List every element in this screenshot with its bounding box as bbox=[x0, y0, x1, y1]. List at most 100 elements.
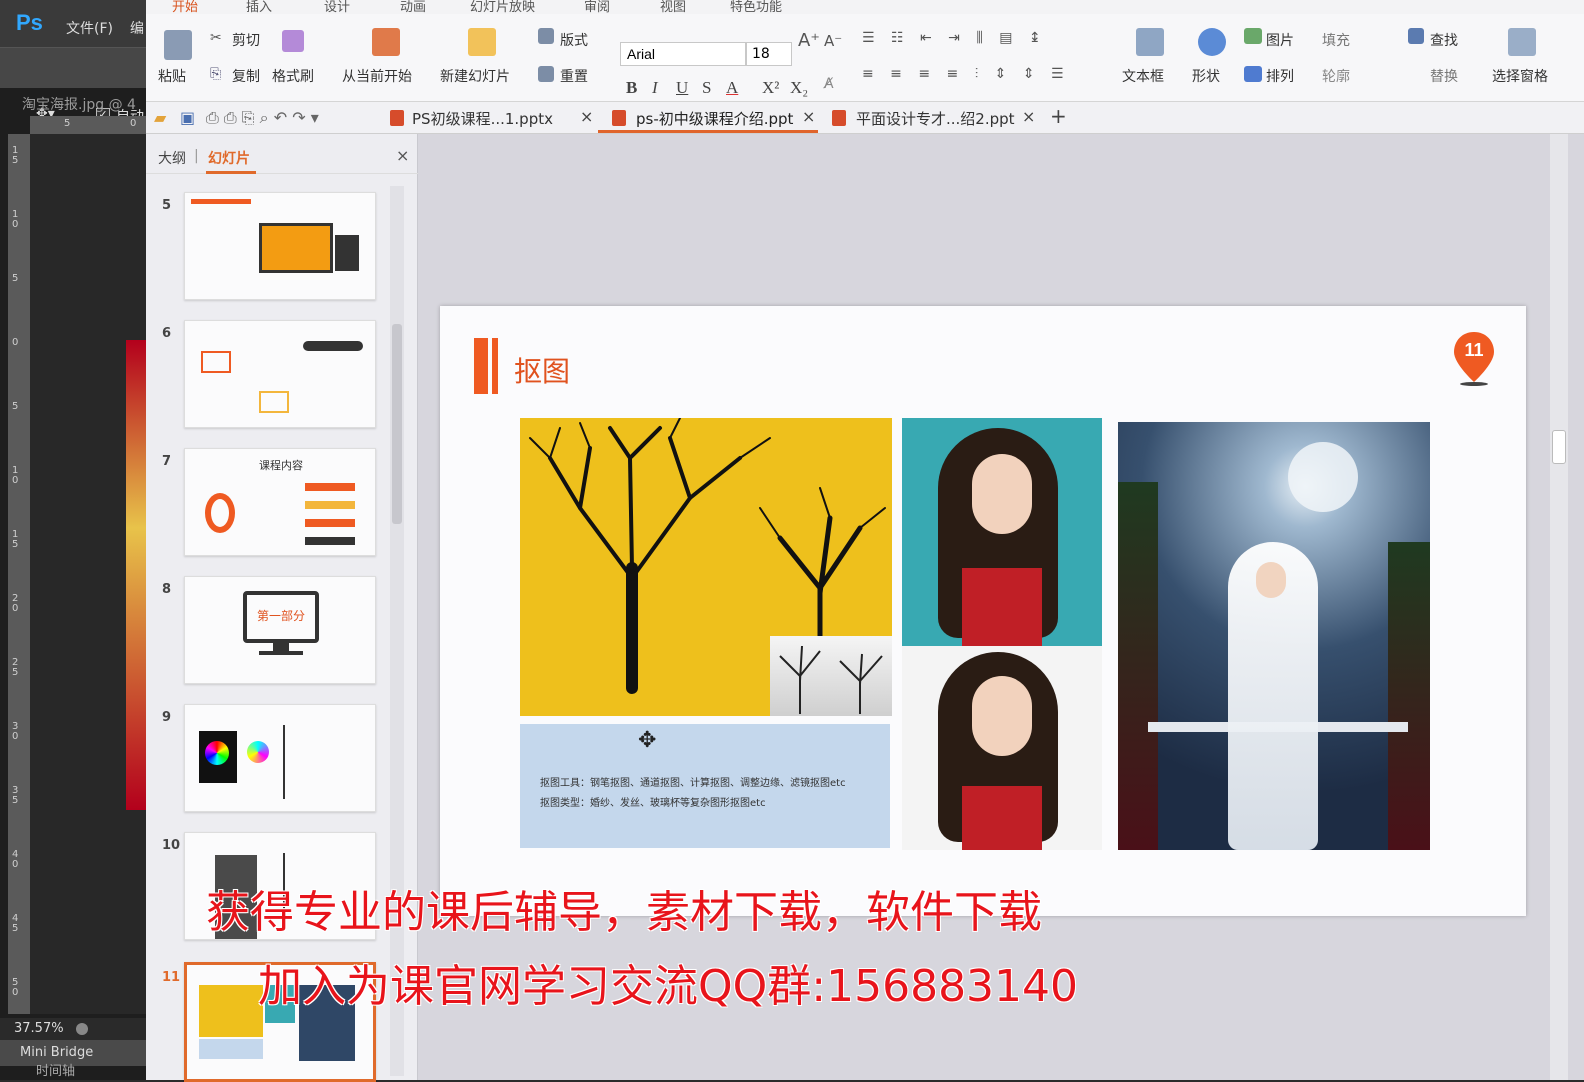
ps-document-tab[interactable]: 淘宝海报.jpg @ 4 bbox=[22, 94, 136, 114]
font-color-button[interactable]: A bbox=[726, 78, 738, 98]
subscript-button[interactable]: X₂ bbox=[790, 78, 808, 98]
tab-review[interactable]: 审阅 bbox=[584, 0, 610, 14]
fill-button[interactable]: 填充 bbox=[1322, 30, 1350, 50]
photoshop-window: Ps 文件(F) 编 ✥▾ ✓ 自动 淘宝海报.jpg @ 4 5 0 1 51… bbox=[0, 0, 146, 1080]
tab-insert[interactable]: 插入 bbox=[246, 0, 272, 14]
close-icon[interactable]: × bbox=[1022, 107, 1035, 126]
outline-button[interactable]: 轮廓 bbox=[1322, 66, 1350, 86]
replace-button[interactable]: 替换 bbox=[1430, 66, 1458, 86]
tab-home[interactable]: 开始 bbox=[172, 0, 198, 14]
doc-tab-1[interactable]: PS初级课程...1.pptx bbox=[412, 108, 553, 129]
slide-thumbnail-7[interactable]: 课程内容 bbox=[184, 448, 376, 556]
info-textbox[interactable]: ✥ 抠图工具：钢笔抠图、通道抠图、计算抠图、调整边缘、滤镜抠图etc 抠图类型：… bbox=[520, 724, 890, 848]
move-cursor-icon: ✥ bbox=[638, 728, 657, 753]
shape-icon[interactable] bbox=[1198, 28, 1226, 56]
slide-canvas[interactable]: 抠图 11 ✥ 抠图工具：钢笔抠图、通道抠图、计算抠图、调整边缘、滤镜抠图etc… bbox=[440, 306, 1526, 916]
main-scrollbar-thumb[interactable] bbox=[1552, 430, 1566, 464]
ruler-label: 3 0 bbox=[12, 721, 19, 742]
panel-scrollbar-thumb[interactable] bbox=[392, 324, 402, 524]
mini-bridge-tab[interactable]: Mini Bridge bbox=[20, 1045, 93, 1060]
slide-thumbnail-8[interactable]: 第一部分 bbox=[184, 576, 376, 684]
tab-view[interactable]: 视图 bbox=[660, 0, 686, 14]
ps-menu-file[interactable]: 文件(F) bbox=[66, 18, 113, 38]
slides-tab[interactable]: 幻灯片 bbox=[208, 148, 250, 168]
reset-button[interactable]: 重置 bbox=[560, 66, 588, 86]
clear-format-icon[interactable]: A̸ bbox=[824, 76, 834, 92]
thumb-number: 11 bbox=[162, 970, 181, 985]
superscript-button[interactable]: X² bbox=[762, 78, 779, 98]
slide-title[interactable]: 抠图 bbox=[514, 350, 570, 390]
strikethrough-button[interactable]: S bbox=[702, 78, 711, 98]
layout-icon[interactable] bbox=[538, 28, 554, 44]
format-painter-icon[interactable] bbox=[282, 30, 304, 52]
close-icon[interactable]: × bbox=[802, 107, 815, 126]
bold-button[interactable]: B bbox=[626, 78, 637, 98]
tab-design[interactable]: 设计 bbox=[324, 0, 350, 14]
find-button[interactable]: 查找 bbox=[1430, 30, 1458, 50]
new-slide-button[interactable]: 新建幻灯片 bbox=[440, 66, 510, 86]
format-painter-button[interactable]: 格式刷 bbox=[272, 66, 314, 86]
bride-wedding-image[interactable] bbox=[1118, 422, 1430, 850]
thumb-number: 10 bbox=[162, 838, 181, 853]
picture-button[interactable]: 图片 bbox=[1266, 30, 1294, 50]
slide-thumbnail-9[interactable] bbox=[184, 704, 376, 812]
portrait-white-background[interactable] bbox=[902, 646, 1102, 850]
shrink-font-icon[interactable]: A⁻ bbox=[824, 32, 842, 50]
cut-icon[interactable]: ✂ bbox=[210, 30, 222, 46]
grow-font-icon[interactable]: A⁺ bbox=[798, 30, 820, 51]
quick-access-icons[interactable]: ⎙ ⎙ ⎘ ⌕ ↶ ↷ ▾ bbox=[206, 108, 319, 128]
close-icon[interactable]: × bbox=[396, 146, 409, 165]
layout-button[interactable]: 版式 bbox=[560, 30, 588, 50]
panel-scrollbar-track[interactable] bbox=[390, 186, 404, 1076]
new-slide-icon[interactable] bbox=[468, 28, 496, 56]
from-current-button[interactable]: 从当前开始 bbox=[342, 66, 412, 86]
underline-button[interactable]: U bbox=[676, 78, 688, 98]
ruler-label: 1 5 bbox=[12, 529, 19, 550]
open-folder-icon[interactable]: ▰ bbox=[154, 108, 166, 127]
paragraph-list-icons[interactable]: ☰ ☷ ⇤ ⇥ ⫼ ▤ ↨ bbox=[862, 30, 1047, 46]
ribbon-tabs: 开始 插入 设计 动画 幻灯片放映 审阅 视图 特色功能 bbox=[146, 0, 1584, 14]
tree-photo-small[interactable] bbox=[770, 636, 892, 716]
play-from-current-icon[interactable] bbox=[372, 28, 400, 56]
main-scrollbar-track[interactable] bbox=[1550, 134, 1568, 1080]
ps-ruler-top: 5 0 bbox=[30, 116, 146, 134]
doc-tab-3[interactable]: 平面设计专才...绍2.ppt bbox=[856, 108, 1015, 129]
slide-thumbnail-5[interactable] bbox=[184, 192, 376, 300]
outline-tab[interactable]: 大纲 bbox=[158, 148, 186, 168]
copy-icon[interactable]: ⎘ bbox=[210, 66, 221, 82]
copy-button[interactable]: 复制 bbox=[232, 66, 260, 86]
cut-button[interactable]: 剪切 bbox=[232, 30, 260, 50]
paste-icon[interactable] bbox=[164, 30, 192, 60]
selection-pane-button[interactable]: 选择窗格 bbox=[1492, 66, 1548, 86]
new-tab-plus-icon[interactable]: + bbox=[1050, 104, 1067, 128]
ps-menu-edit[interactable]: 编 bbox=[130, 18, 144, 38]
ps-options-bar: ✥▾ ✓ 自动 bbox=[0, 48, 146, 125]
shape-button[interactable]: 形状 bbox=[1192, 66, 1220, 86]
font-size-select[interactable]: 18 bbox=[746, 42, 792, 66]
tab-animation[interactable]: 动画 bbox=[400, 0, 426, 14]
reset-icon[interactable] bbox=[538, 66, 554, 82]
slide-thumbnail-6[interactable] bbox=[184, 320, 376, 428]
textbox-button[interactable]: 文本框 bbox=[1122, 66, 1164, 86]
italic-button[interactable]: I bbox=[652, 78, 658, 98]
arrange-button[interactable]: 排列 bbox=[1266, 66, 1294, 86]
paragraph-align-icons[interactable]: ≡ ≡ ≡ ≡ ⫶ ⇕ ⇕ ☰ bbox=[862, 66, 1070, 82]
font-family-select[interactable]: Arial bbox=[620, 42, 746, 66]
save-icon[interactable]: ▣ bbox=[180, 108, 195, 127]
ruler-label: 5 bbox=[64, 118, 71, 129]
status-icon[interactable] bbox=[75, 1022, 88, 1035]
doc-tab-2[interactable]: ps-初中级课程介绍.ppt bbox=[636, 108, 793, 129]
picture-icon[interactable] bbox=[1244, 28, 1262, 44]
arrange-icon[interactable] bbox=[1244, 66, 1262, 82]
paste-button[interactable]: 粘贴 bbox=[158, 66, 186, 86]
textbox-icon[interactable] bbox=[1136, 28, 1164, 56]
timeline-tab[interactable]: 时间轴 bbox=[36, 1064, 75, 1079]
tab-features[interactable]: 特色功能 bbox=[730, 0, 782, 14]
selection-pane-icon[interactable] bbox=[1508, 28, 1536, 56]
wps-presentation-window: 开始 插入 设计 动画 幻灯片放映 审阅 视图 特色功能 粘贴 ✂ 剪切 ⎘ 复… bbox=[146, 0, 1584, 1082]
find-icon[interactable] bbox=[1408, 28, 1424, 44]
portrait-teal-background[interactable] bbox=[902, 418, 1102, 646]
close-icon[interactable]: × bbox=[580, 107, 593, 126]
tab-slideshow[interactable]: 幻灯片放映 bbox=[470, 0, 535, 14]
ps-logo: Ps bbox=[16, 10, 43, 35]
